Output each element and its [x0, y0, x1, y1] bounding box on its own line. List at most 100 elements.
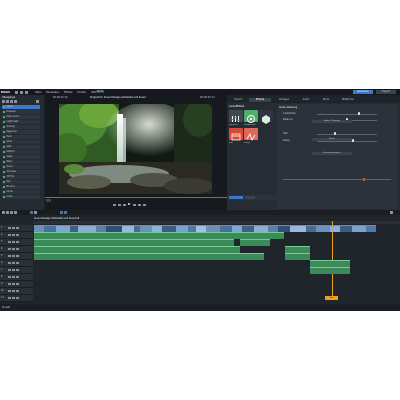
- apply-button[interactable]: [229, 196, 243, 199]
- effect-list-item[interactable]: Stretch: [2, 150, 40, 154]
- audio-clip[interactable]: [310, 267, 350, 274]
- video-clip[interactable]: [56, 225, 70, 232]
- delay-tile[interactable]: [229, 128, 243, 141]
- step-forward-icon[interactable]: [133, 203, 136, 206]
- track-header[interactable]: 5: [0, 253, 33, 260]
- loop-icon[interactable]: [143, 203, 146, 206]
- ripple-icon[interactable]: [64, 211, 67, 214]
- track-header[interactable]: 3: [0, 239, 33, 246]
- solo-icon[interactable]: [12, 233, 15, 237]
- video-clip[interactable]: [206, 225, 220, 232]
- mute-icon[interactable]: [8, 275, 11, 279]
- video-clip[interactable]: [140, 225, 152, 232]
- tab-import[interactable]: Import: [229, 98, 247, 102]
- track-header[interactable]: 11: [0, 295, 33, 302]
- video-clip[interactable]: [106, 225, 122, 232]
- tab-magix-go[interactable]: MAGIX Go: [337, 98, 359, 102]
- video-clip[interactable]: [220, 225, 232, 232]
- video-clip[interactable]: [352, 225, 366, 232]
- video-clip[interactable]: [242, 225, 254, 232]
- audio-clip[interactable]: [285, 246, 310, 253]
- video-clip[interactable]: [340, 225, 352, 232]
- video-clip[interactable]: [268, 225, 278, 232]
- track-header[interactable]: 9: [0, 281, 33, 288]
- step-back-icon[interactable]: [118, 203, 121, 206]
- mute-icon[interactable]: [8, 254, 11, 258]
- mute-icon[interactable]: [8, 261, 11, 265]
- save-icon[interactable]: [20, 90, 23, 94]
- audio-clip[interactable]: [285, 253, 310, 260]
- solo-icon[interactable]: [12, 261, 15, 265]
- video-clip[interactable]: [232, 225, 242, 232]
- track-header[interactable]: 1: [0, 225, 33, 232]
- lock-icon[interactable]: [16, 240, 19, 244]
- effect-list-item[interactable]: Wipe: [2, 160, 40, 164]
- effect-list-item[interactable]: Alpha: [2, 105, 40, 109]
- tab-audio[interactable]: Audio: [297, 98, 315, 102]
- audio-cleaning-button[interactable]: Audio Cleaning: [312, 120, 352, 123]
- lock-icon[interactable]: [16, 247, 19, 251]
- video-clip[interactable]: [152, 225, 162, 232]
- slider-knob[interactable]: [351, 139, 355, 142]
- slider-knob[interactable]: [333, 132, 337, 135]
- menu-file[interactable]: Datei: [35, 91, 41, 94]
- audio-clip[interactable]: [34, 253, 264, 260]
- video-clip[interactable]: [316, 225, 330, 232]
- track-header[interactable]: 10: [0, 288, 33, 295]
- effect-list-item[interactable]: Circle: [2, 190, 40, 194]
- video-clip[interactable]: [70, 225, 78, 232]
- effect-list-item[interactable]: Blur: [2, 180, 40, 184]
- solo-icon[interactable]: [12, 247, 15, 251]
- video-clip[interactable]: [330, 225, 340, 232]
- mute-icon[interactable]: [8, 282, 11, 286]
- search-icon[interactable]: [36, 100, 39, 103]
- mute-icon[interactable]: [8, 233, 11, 237]
- video-clip[interactable]: [78, 225, 96, 232]
- reset-button[interactable]: [245, 196, 255, 199]
- mute-icon[interactable]: [8, 226, 11, 230]
- lock-icon[interactable]: [16, 275, 19, 279]
- mute-icon[interactable]: [8, 289, 11, 293]
- grid-icon[interactable]: [10, 100, 13, 103]
- menu-window[interactable]: Fenster: [77, 91, 86, 94]
- video-clip[interactable]: [254, 225, 268, 232]
- audio-clip[interactable]: [34, 239, 234, 246]
- menu-effects[interactable]: Effekte: [64, 91, 72, 94]
- equalizer-tile[interactable]: [229, 110, 243, 122]
- add-icon[interactable]: [2, 100, 5, 103]
- folder-icon[interactable]: [6, 100, 9, 103]
- folder-icon[interactable]: [15, 90, 18, 94]
- track-header[interactable]: 2: [0, 232, 33, 239]
- effect-list-item[interactable]: Overlay: [2, 125, 40, 129]
- mute-icon[interactable]: [8, 240, 11, 244]
- video-clip[interactable]: [96, 225, 106, 232]
- preview-scrubber[interactable]: [45, 197, 227, 198]
- frequency-analysis-button[interactable]: Frequenzanalyse: [312, 152, 352, 155]
- audio-clip[interactable]: [34, 232, 284, 239]
- lock-icon[interactable]: [16, 268, 19, 272]
- effect-list-item[interactable]: Swap: [2, 155, 40, 159]
- audio-clip[interactable]: [310, 260, 350, 267]
- lock-icon[interactable]: [16, 226, 19, 230]
- skip-back-icon[interactable]: [113, 203, 116, 206]
- param-slider[interactable]: [317, 113, 377, 115]
- effect-list-item[interactable]: Cross: [2, 195, 40, 199]
- solo-icon[interactable]: [12, 275, 15, 279]
- track-header[interactable]: 8: [0, 274, 33, 281]
- param-slider[interactable]: [317, 133, 377, 135]
- video-clip[interactable]: [306, 225, 316, 232]
- tab-templates[interactable]: Vorlagen: [273, 98, 295, 102]
- play-icon[interactable]: [128, 203, 131, 205]
- effect-list-item[interactable]: Split: [2, 145, 40, 149]
- audio-clip[interactable]: [34, 246, 200, 253]
- video-clip[interactable]: [290, 225, 306, 232]
- lock-icon[interactable]: [16, 282, 19, 286]
- solo-icon[interactable]: [12, 254, 15, 258]
- tab-store[interactable]: Store: [317, 98, 335, 102]
- video-clip[interactable]: [278, 225, 290, 232]
- effect-list-item[interactable]: Bounce: [2, 185, 40, 189]
- lock-icon[interactable]: [16, 261, 19, 265]
- solo-icon[interactable]: [12, 289, 15, 293]
- effect-list-item[interactable]: Page turn: [2, 130, 40, 134]
- undo-icon[interactable]: [25, 90, 28, 94]
